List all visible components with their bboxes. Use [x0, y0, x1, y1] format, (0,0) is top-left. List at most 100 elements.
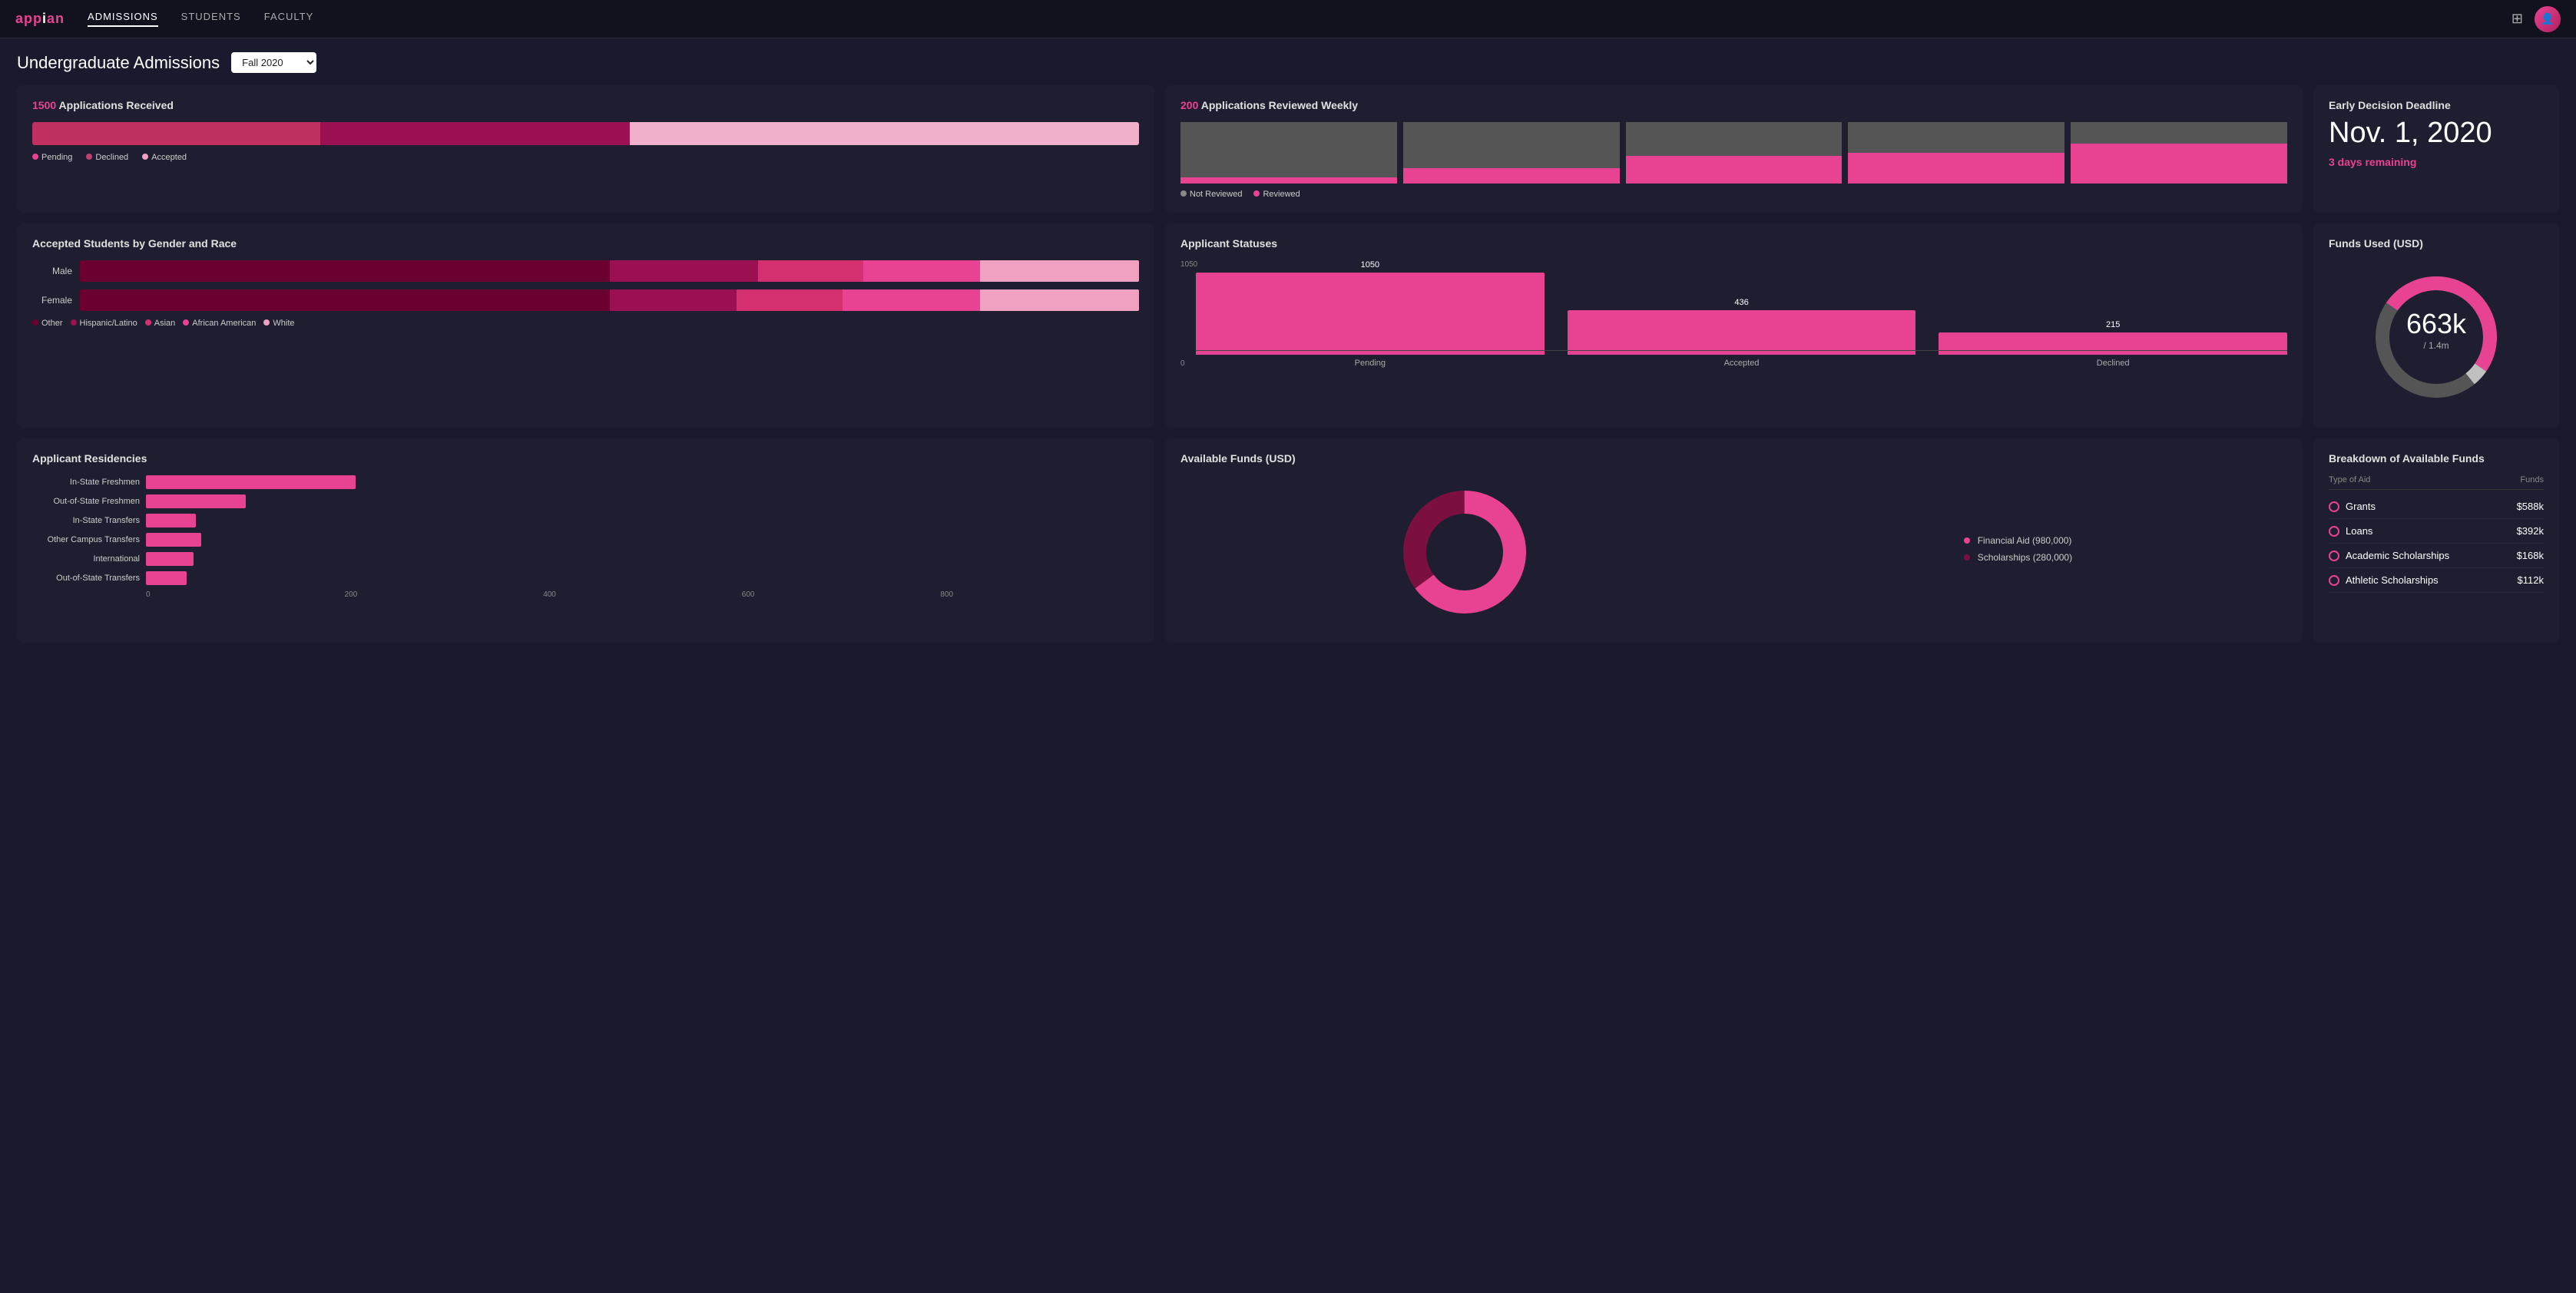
- breakdown-header-funds: Funds: [2520, 475, 2544, 484]
- weekly-bar-group: [1180, 122, 1397, 184]
- breakdown-amount: $112k: [2518, 574, 2544, 586]
- residency-bar: [146, 552, 194, 566]
- vert-bar: [1568, 310, 1916, 355]
- breakdown-row-left: Grants: [2329, 501, 2376, 512]
- applications-title: 1500 Applications Received: [32, 99, 1139, 111]
- not-reviewed-bar: [2071, 122, 2287, 144]
- legend-financial-aid: Financial Aid (980,000): [1964, 535, 2072, 546]
- available-donut-svg: [1396, 483, 1534, 621]
- residency-bar: [146, 514, 196, 527]
- breakdown-amount: $588k: [2517, 501, 2544, 512]
- page-title: Undergraduate Admissions: [17, 53, 220, 73]
- breakdown-rows: Grants $588k Loans $392k Academic Schola…: [2329, 494, 2544, 593]
- weekly-chart: [1180, 122, 2287, 184]
- breakdown-header: Type of Aid Funds: [2329, 475, 2544, 490]
- funds-donut-svg: 663k / 1.4m: [2367, 268, 2505, 406]
- horiz-axis: 0200400600800: [146, 590, 1139, 599]
- gender-bars: [80, 260, 1139, 282]
- gender-row-female: Female: [32, 289, 1139, 311]
- gender-segment: [758, 260, 864, 282]
- bar-category-label: Pending: [1355, 359, 1386, 368]
- applications-count: 1500: [32, 99, 56, 111]
- nav-links: ADMISSIONS STUDENTS FACULTY: [88, 11, 2511, 27]
- legend-scholarships: Scholarships (280,000): [1964, 552, 2072, 563]
- breakdown-type-label: Athletic Scholarships: [2346, 574, 2439, 586]
- weekly-title-text: Applications Reviewed Weekly: [1198, 99, 1358, 111]
- vert-bar: [1939, 332, 2287, 355]
- gender-segment: [80, 289, 610, 311]
- card-deadline: Early Decision Deadline Nov. 1, 2020 3 d…: [2313, 85, 2559, 213]
- user-avatar[interactable]: 👤: [2535, 6, 2561, 32]
- statuses-title: Applicant Statuses: [1180, 237, 2287, 250]
- page-content: Undergraduate Admissions Fall 2020 Sprin…: [0, 38, 2576, 656]
- nav-faculty[interactable]: FACULTY: [264, 11, 314, 27]
- weekly-bar-group: [1848, 122, 2064, 184]
- breakdown-icon: [2329, 501, 2339, 512]
- reviewed-bar: [1403, 168, 1620, 184]
- reviewed-bar: [1848, 153, 2064, 184]
- bar-legend: Pending Declined Accepted: [32, 153, 1139, 162]
- axis-label: 400: [543, 590, 742, 599]
- dashboard-grid: 1500 Applications Received Pending Decli…: [17, 85, 2559, 643]
- breakdown-amount: $168k: [2517, 550, 2544, 561]
- gender-legend-item: Other: [32, 319, 63, 328]
- nav-students[interactable]: STUDENTS: [181, 11, 241, 27]
- gender-bars: [80, 289, 1139, 311]
- not-reviewed-bar: [1626, 122, 1843, 156]
- gender-segment: [980, 260, 1139, 282]
- bar-value-label: 436: [1734, 298, 1748, 307]
- weekly-bar-group: [2071, 122, 2287, 184]
- reviewed-bar: [1180, 177, 1397, 184]
- breakdown-title: Breakdown of Available Funds: [2329, 452, 2544, 465]
- residency-row: In-State Freshmen: [32, 475, 1139, 489]
- breakdown-type-label: Academic Scholarships: [2346, 550, 2449, 561]
- not-reviewed-bar: [1403, 122, 1620, 168]
- gender-label: Female: [32, 295, 72, 306]
- breakdown-row: Academic Scholarships $168k: [2329, 544, 2544, 568]
- grid-icon[interactable]: ⊞: [2511, 11, 2523, 27]
- weekly-bar-group: [1403, 122, 1620, 184]
- gender-label: Male: [32, 266, 72, 276]
- page-header: Undergraduate Admissions Fall 2020 Sprin…: [17, 52, 2559, 73]
- vert-bar-group: 1050 Pending: [1196, 260, 1545, 368]
- residency-bar: [146, 475, 356, 489]
- nav-admissions[interactable]: ADMISSIONS: [88, 11, 158, 27]
- gender-legend-item: African American: [183, 319, 256, 328]
- funds-total: / 1.4m: [2423, 340, 2449, 351]
- deadline-title: Early Decision Deadline: [2329, 99, 2544, 111]
- weekly-count: 200: [1180, 99, 1198, 111]
- breakdown-row: Athletic Scholarships $112k: [2329, 568, 2544, 593]
- axis-label: 200: [345, 590, 544, 599]
- gender-legend-item: White: [263, 319, 294, 328]
- semester-select[interactable]: Fall 2020 Spring 2020 Fall 2019: [231, 52, 316, 73]
- breakdown-row-left: Athletic Scholarships: [2329, 574, 2439, 586]
- available-funds-title: Available Funds (USD): [1180, 452, 2287, 465]
- residency-bar: [146, 571, 187, 585]
- residency-row: Out-of-State Freshmen: [32, 494, 1139, 508]
- residency-row: Out-of-State Transfers: [32, 571, 1139, 585]
- legend-declined: Declined: [86, 153, 128, 162]
- bar-value-label: 215: [2106, 320, 2120, 329]
- gender-segment: [80, 260, 610, 282]
- residency-label: Out-of-State Freshmen: [32, 497, 140, 506]
- breakdown-row-left: Academic Scholarships: [2329, 550, 2449, 561]
- breakdown-type-label: Loans: [2346, 525, 2372, 537]
- app-logo: appian: [15, 11, 65, 27]
- card-applications-received: 1500 Applications Received Pending Decli…: [17, 85, 1154, 213]
- vert-bar: [1196, 273, 1545, 355]
- horiz-bar-chart: In-State Freshmen Out-of-State Freshmen …: [32, 475, 1139, 585]
- available-funds-content: Financial Aid (980,000) Scholarships (28…: [1180, 475, 2287, 629]
- breakdown-header-type: Type of Aid: [2329, 475, 2370, 484]
- nav-bar: appian ADMISSIONS STUDENTS FACULTY ⊞ 👤: [0, 0, 2576, 38]
- gender-legend: OtherHispanic/LatinoAsianAfrican America…: [32, 319, 1139, 328]
- breakdown-row-left: Loans: [2329, 525, 2372, 537]
- residency-bar: [146, 494, 246, 508]
- bar-category-label: Accepted: [1724, 359, 1760, 368]
- gender-row-male: Male: [32, 260, 1139, 282]
- applications-title-text: Applications Received: [56, 99, 174, 111]
- vert-bar-chart: 1050 Pending 436 Accepted 215 Declined: [1180, 260, 2287, 368]
- residency-label: Out-of-State Transfers: [32, 574, 140, 583]
- residency-row: International: [32, 552, 1139, 566]
- card-statuses: Applicant Statuses 1050 Pending 436 Acce…: [1165, 223, 2303, 428]
- residency-label: Other Campus Transfers: [32, 535, 140, 544]
